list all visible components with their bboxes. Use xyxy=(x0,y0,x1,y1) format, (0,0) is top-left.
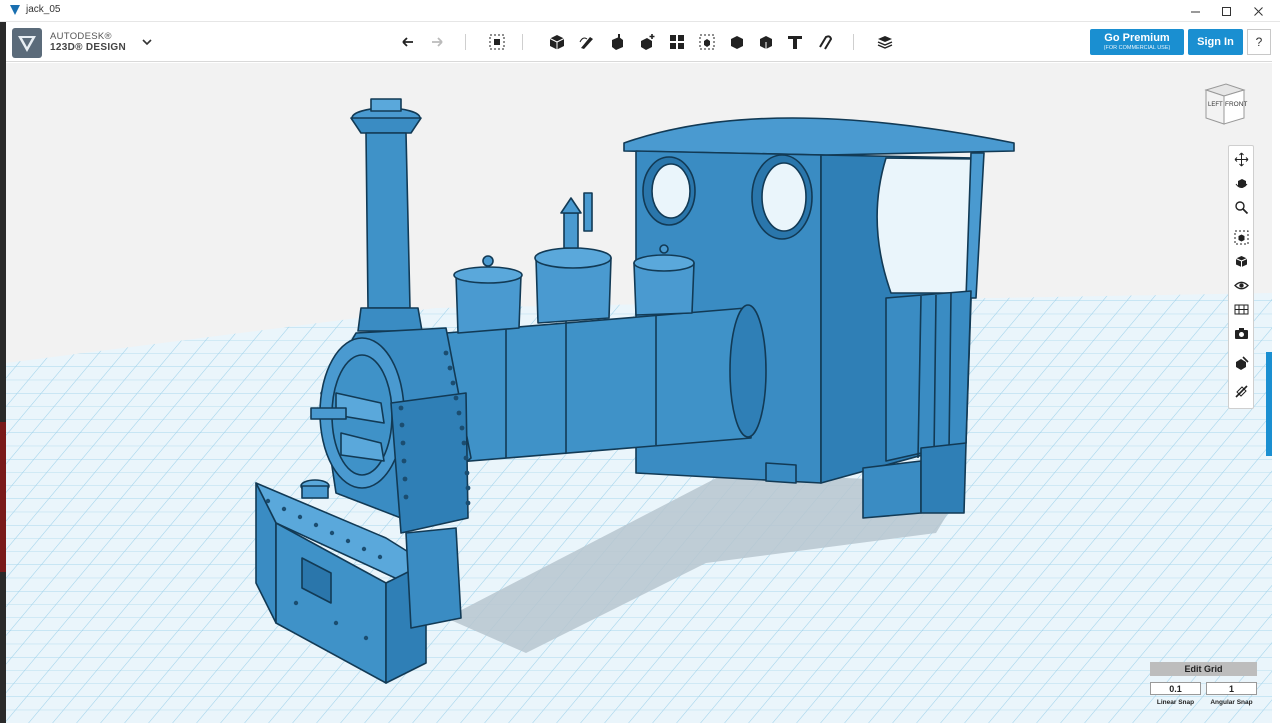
modify-button[interactable] xyxy=(636,31,658,53)
close-button[interactable] xyxy=(1243,0,1273,22)
go-premium-label: Go Premium xyxy=(1104,32,1170,44)
app-logo-icon xyxy=(10,5,20,15)
measure-view-icon xyxy=(1234,384,1248,398)
redo-icon xyxy=(432,37,443,47)
zoom-icon xyxy=(1234,200,1248,214)
angular-snap-label: Angular Snap xyxy=(1210,699,1253,706)
sketch-icon xyxy=(579,37,593,49)
window-titlebar: jack_05 xyxy=(0,0,1280,22)
view-cube[interactable]: LEFT FRONT xyxy=(1198,80,1250,130)
undo-button[interactable] xyxy=(397,31,419,53)
grouping-button[interactable] xyxy=(696,31,718,53)
snap-button[interactable] xyxy=(814,31,836,53)
pan-icon xyxy=(1234,152,1248,166)
text-button[interactable] xyxy=(784,31,806,53)
toolbar-separator xyxy=(465,34,466,50)
side-panel-toggle[interactable] xyxy=(1266,352,1272,456)
grid-panel: Edit Grid 0.1 1 Linear Snap Angular Snap xyxy=(1150,662,1257,710)
app-logo[interactable] xyxy=(12,28,42,58)
materials-button[interactable] xyxy=(874,31,896,53)
screenshot-button[interactable] xyxy=(1232,324,1250,342)
construct-button[interactable] xyxy=(606,31,628,53)
undo-icon xyxy=(402,37,413,47)
minimize-button[interactable] xyxy=(1180,0,1210,22)
minimize-icon xyxy=(1190,11,1200,12)
transform-button[interactable] xyxy=(486,31,508,53)
sketch-button[interactable] xyxy=(576,31,598,53)
zoom-button[interactable] xyxy=(1232,198,1250,216)
go-premium-sublabel: (FOR COMMERCIAL USE) xyxy=(1103,45,1171,51)
fit-icon xyxy=(1234,230,1248,244)
angular-snap-input[interactable]: 1 xyxy=(1206,682,1257,695)
viewport-scene xyxy=(6,98,1272,723)
toolbar-separator xyxy=(522,34,523,50)
brand-line-1: AUTODESK® xyxy=(50,31,112,42)
primitives-icon xyxy=(549,35,565,50)
visibility-button[interactable] xyxy=(1232,276,1250,294)
toolbar-separator xyxy=(853,34,854,50)
materials-view-icon xyxy=(1234,304,1248,314)
redo-button[interactable] xyxy=(426,31,448,53)
transform-icon xyxy=(489,34,505,50)
construct-icon xyxy=(612,34,623,50)
close-icon xyxy=(1253,6,1263,16)
orbit-icon xyxy=(1235,178,1247,188)
measure-button[interactable] xyxy=(755,31,777,53)
fit-button[interactable] xyxy=(1232,228,1250,246)
combine-button[interactable] xyxy=(726,31,748,53)
measure-view-button[interactable] xyxy=(1232,382,1250,400)
maximize-icon xyxy=(1221,6,1231,16)
maximize-button[interactable] xyxy=(1211,0,1241,22)
visibility-icon xyxy=(1233,281,1249,289)
linear-snap-label: Linear Snap xyxy=(1156,699,1195,706)
snap-to-button[interactable] xyxy=(1232,354,1250,372)
3d-viewport[interactable]: LEFT FRONT xyxy=(6,63,1272,723)
window-title: jack_05 xyxy=(26,4,61,15)
linear-snap-input[interactable]: 0.1 xyxy=(1150,682,1201,695)
app-logo-icon xyxy=(18,36,36,52)
help-button[interactable]: ? xyxy=(1247,29,1271,55)
snap-icon xyxy=(819,35,833,50)
combine-icon xyxy=(731,36,743,49)
view-icon xyxy=(1235,255,1247,267)
grouping-icon xyxy=(699,34,715,50)
pattern-icon xyxy=(670,35,684,49)
sign-in-button[interactable]: Sign In xyxy=(1188,29,1243,55)
navigation-bar xyxy=(1228,145,1254,409)
pattern-button[interactable] xyxy=(666,31,688,53)
view-button[interactable] xyxy=(1232,252,1250,270)
pan-button[interactable] xyxy=(1232,150,1250,168)
viewcube-front-face: FRONT xyxy=(1225,101,1247,108)
screenshot-icon xyxy=(1234,327,1248,339)
viewcube-left-face: LEFT xyxy=(1208,102,1223,108)
edit-grid-button[interactable]: Edit Grid xyxy=(1150,662,1257,676)
measure-icon xyxy=(760,36,772,49)
text-icon xyxy=(788,36,802,49)
go-premium-button[interactable]: Go Premium (FOR COMMERCIAL USE) xyxy=(1090,29,1184,55)
snap-to-icon xyxy=(1235,355,1249,370)
brand-line-2: 123D® DESIGN xyxy=(50,42,126,53)
app-toolbar: AUTODESK® 123D® DESIGN Go Premium (FOR C… xyxy=(6,22,1272,62)
orbit-button[interactable] xyxy=(1232,174,1250,192)
materials-view-button[interactable] xyxy=(1232,300,1250,318)
modify-icon xyxy=(641,34,655,50)
window-edge xyxy=(1272,22,1280,723)
materials-icon xyxy=(877,36,893,49)
chevron-down-icon[interactable] xyxy=(140,35,154,49)
primitives-button[interactable] xyxy=(546,31,568,53)
